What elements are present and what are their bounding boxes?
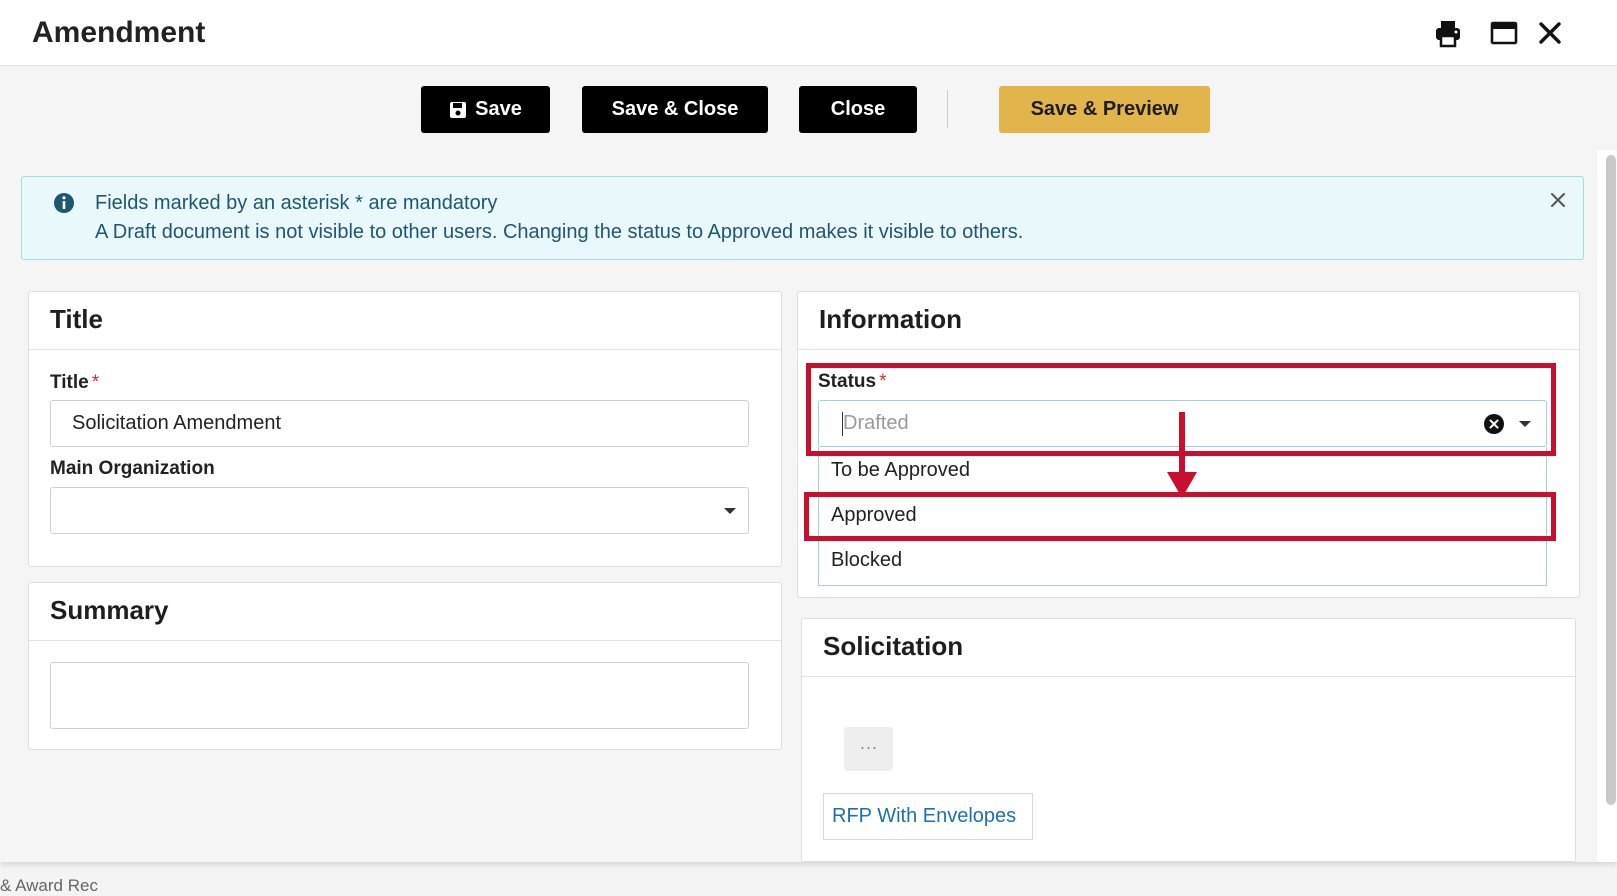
solicitation-card-heading: Solicitation: [823, 631, 964, 661]
save-button[interactable]: Save: [421, 86, 550, 133]
toolbar-divider: [947, 90, 948, 128]
summary-textarea[interactable]: [50, 662, 749, 729]
dialog-title: Amendment: [32, 16, 206, 49]
title-card: Title Title * Solicitation Amendment Main…: [28, 291, 782, 567]
save-and-close-button[interactable]: Save & Close: [582, 86, 768, 133]
alert-mandatory-text: Fields marked by an asterisk * are manda…: [95, 192, 498, 214]
title-card-header: Title: [29, 292, 781, 350]
chevron-down-icon: [724, 508, 736, 514]
title-label-text: Title: [50, 372, 89, 393]
rfp-with-envelopes-link[interactable]: RFP With Envelopes: [823, 793, 1034, 840]
required-asterisk: *: [91, 372, 100, 393]
alert-close-icon[interactable]: [1547, 189, 1569, 211]
solicitation-card: Solicitation ··· RFP With Envelopes: [801, 618, 1576, 862]
scrollbar-thumb[interactable]: [1606, 155, 1616, 805]
close-button[interactable]: Close: [799, 86, 917, 133]
status-option-blocked[interactable]: Blocked: [831, 549, 902, 572]
floppy-disk-icon: [450, 101, 467, 118]
save-and-preview-label: Save & Preview: [1030, 98, 1179, 120]
title-input-value: Solicitation Amendment: [72, 412, 282, 434]
dialog-header: Amendment: [0, 0, 1617, 66]
title-field-label: Title *: [50, 372, 99, 394]
main-organization-select[interactable]: [50, 487, 749, 534]
information-card-heading: Information: [819, 304, 962, 334]
amendment-dialog: Amendment Save Save & Close Close Save &…: [0, 0, 1617, 862]
title-card-heading: Title: [50, 304, 103, 334]
maximize-icon[interactable]: [1489, 18, 1519, 48]
alert-draft-text: A Draft document is not visible to other…: [95, 221, 1024, 243]
summary-card: Summary: [28, 582, 782, 750]
arrow-down-icon: [1167, 412, 1197, 498]
information-card-header: Information: [798, 292, 1579, 350]
main-organization-label: Main Organization: [50, 458, 215, 479]
solicitation-card-header: Solicitation: [802, 619, 1575, 677]
info-icon: [54, 193, 74, 213]
info-alert: Fields marked by an asterisk * are manda…: [21, 176, 1584, 260]
title-input[interactable]: Solicitation Amendment: [50, 400, 749, 447]
more-options-button[interactable]: ···: [844, 727, 893, 771]
background-text: & Award Rec: [0, 876, 98, 895]
save-button-label: Save: [475, 98, 522, 120]
close-button-label: Close: [830, 98, 886, 120]
summary-card-heading: Summary: [50, 595, 169, 625]
status-option-to-be-approved[interactable]: To be Approved: [831, 459, 970, 482]
summary-card-header: Summary: [29, 583, 781, 641]
save-and-close-label: Save & Close: [611, 98, 739, 120]
save-and-preview-button[interactable]: Save & Preview: [999, 86, 1210, 133]
print-icon[interactable]: [1433, 18, 1463, 48]
close-icon[interactable]: [1535, 18, 1565, 48]
